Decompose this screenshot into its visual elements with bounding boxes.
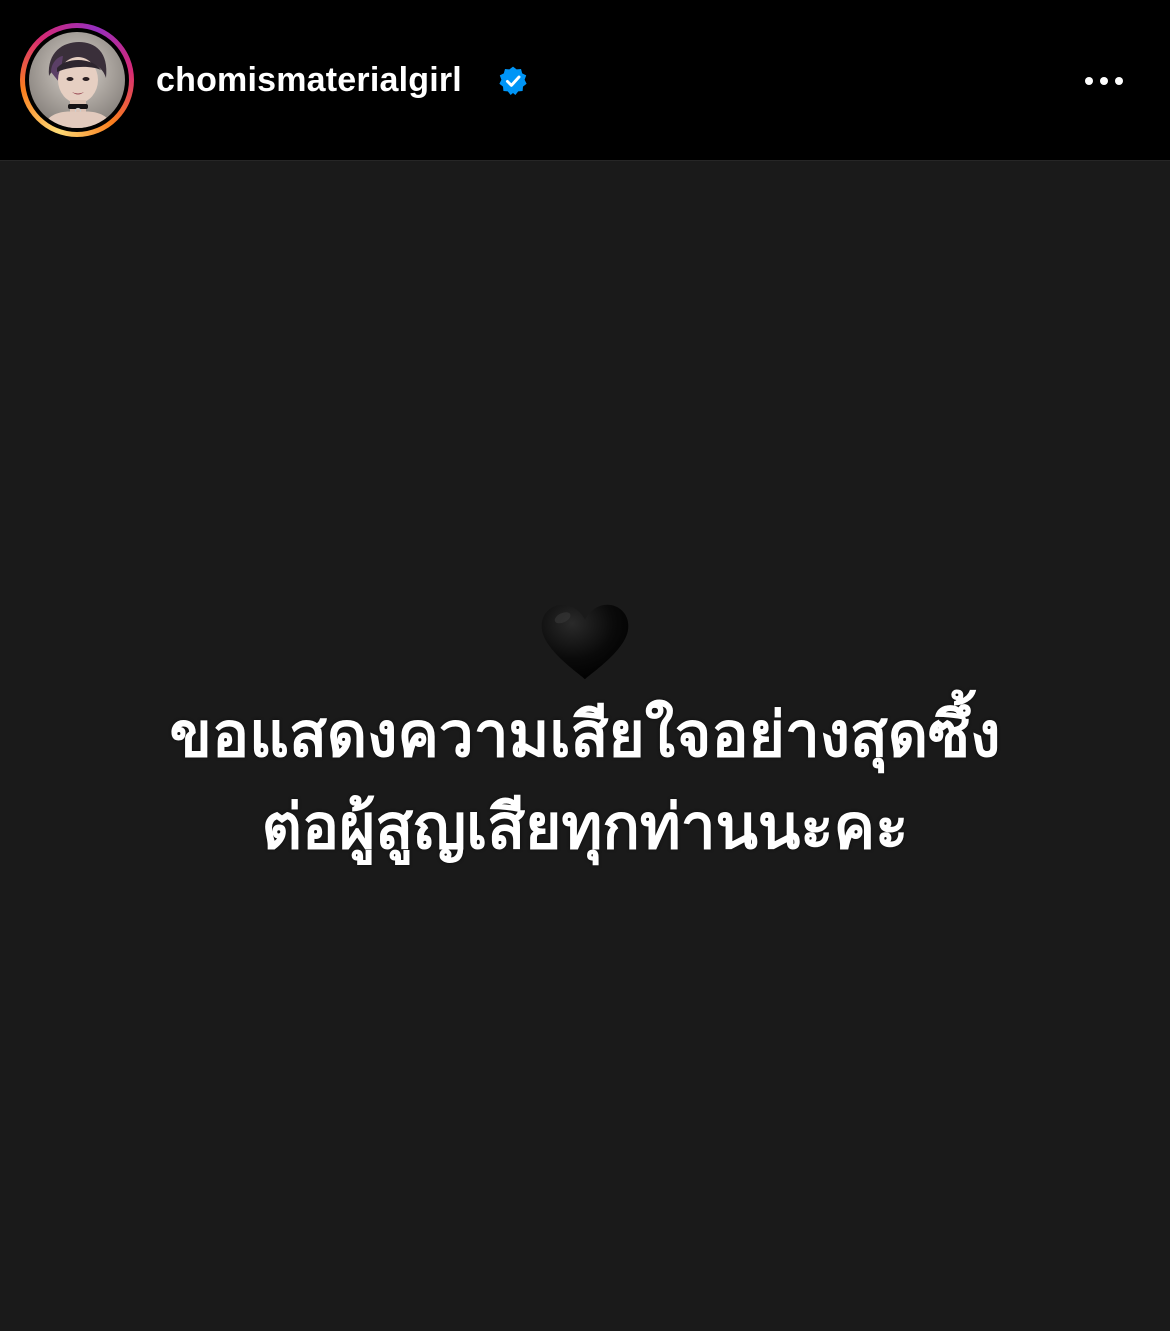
avatar-image	[43, 42, 113, 128]
more-dot	[1115, 77, 1123, 85]
story-ring[interactable]	[20, 23, 134, 137]
more-dot	[1100, 77, 1108, 85]
more-dot	[1085, 77, 1093, 85]
username-link[interactable]: chomismaterialgirl	[156, 58, 462, 102]
avatar[interactable]	[29, 32, 125, 128]
post-image[interactable]: ขอแสดงความเสียใจอย่างสุดซึ้ง ต่อผู้สูญเส…	[0, 161, 1170, 1331]
verified-badge-icon	[499, 66, 527, 95]
caption-line: ขอแสดงความเสียใจอย่างสุดซึ้ง	[169, 698, 1001, 771]
caption-line: ต่อผู้สูญเสียทุกท่านนะคะ	[261, 790, 909, 863]
more-options-icon[interactable]	[1074, 62, 1134, 100]
post-caption: ขอแสดงความเสียใจอย่างสุดซึ้ง ต่อผู้สูญเส…	[0, 689, 1170, 873]
black-heart-icon	[541, 604, 629, 680]
post-header: chomismaterialgirl	[0, 0, 1170, 161]
